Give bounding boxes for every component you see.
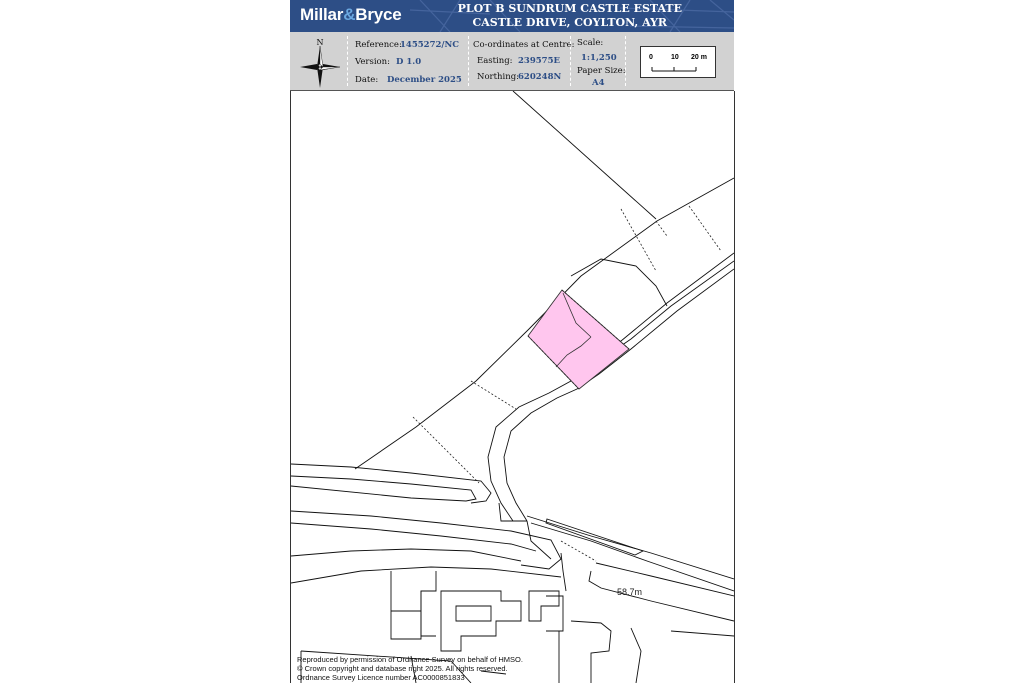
scale-bar: 0 10 20 m xyxy=(640,46,716,78)
date-label: Date: xyxy=(355,75,379,85)
northing-value: 620248N xyxy=(518,72,562,82)
spot-height-label: 58.7m xyxy=(617,587,643,597)
compass-north-label: N xyxy=(317,38,324,47)
copyright-notice: Reproduced by permission of Ordnance Sur… xyxy=(297,655,523,682)
version-label: Version: xyxy=(355,57,390,67)
map-sheet: Millar&Bryce PLOT B SUNDRUM CASTLE ESTAT… xyxy=(290,0,735,683)
plan-title: PLOT B SUNDRUM CASTLE ESTATE CASTLE DRIV… xyxy=(458,2,682,30)
header-banner: Millar&Bryce PLOT B SUNDRUM CASTLE ESTAT… xyxy=(290,0,734,32)
paper-size-value: A4 xyxy=(592,78,605,88)
paper-size-label: Paper Size: xyxy=(577,66,626,76)
copyright-line-3: Ordnance Survey Licence number AC0000851… xyxy=(297,673,465,682)
reference-label: Reference: xyxy=(355,40,402,50)
coordinates-label: Co-ordinates at Centre: xyxy=(473,40,575,50)
map-area: 58.7m Reproduced by permission of Ordnan… xyxy=(290,91,735,683)
divider xyxy=(625,36,626,86)
brand-logo: Millar&Bryce xyxy=(300,5,402,24)
north-arrow-icon: N xyxy=(300,38,340,88)
reference-value: 1455272/NC xyxy=(400,40,460,50)
version-value: D 1.0 xyxy=(396,57,422,67)
plan-title-line1: PLOT B SUNDRUM CASTLE ESTATE xyxy=(457,2,682,15)
copyright-line-2: © Crown copyright and database right 202… xyxy=(297,664,508,673)
plot-b-boundary xyxy=(527,289,630,390)
easting-value: 239575E xyxy=(518,56,560,66)
divider xyxy=(570,36,571,86)
easting-label: Easting: xyxy=(477,56,513,66)
divider xyxy=(347,36,348,86)
scale-value: 1:1,250 xyxy=(581,53,617,63)
scale-label: Scale: xyxy=(577,38,604,48)
info-panel: N Reference: 1455272/NC Version: D 1.0 D… xyxy=(290,32,734,91)
plan-title-line2: CASTLE DRIVE, COYLTON, AYR xyxy=(472,16,668,29)
copyright-line-1: Reproduced by permission of Ordnance Sur… xyxy=(297,655,523,664)
os-base-map xyxy=(291,91,734,683)
divider xyxy=(468,36,469,86)
northing-label: Northing: xyxy=(477,72,520,82)
scale-bar-graphic xyxy=(651,67,697,72)
date-value: December 2025 xyxy=(387,75,462,85)
